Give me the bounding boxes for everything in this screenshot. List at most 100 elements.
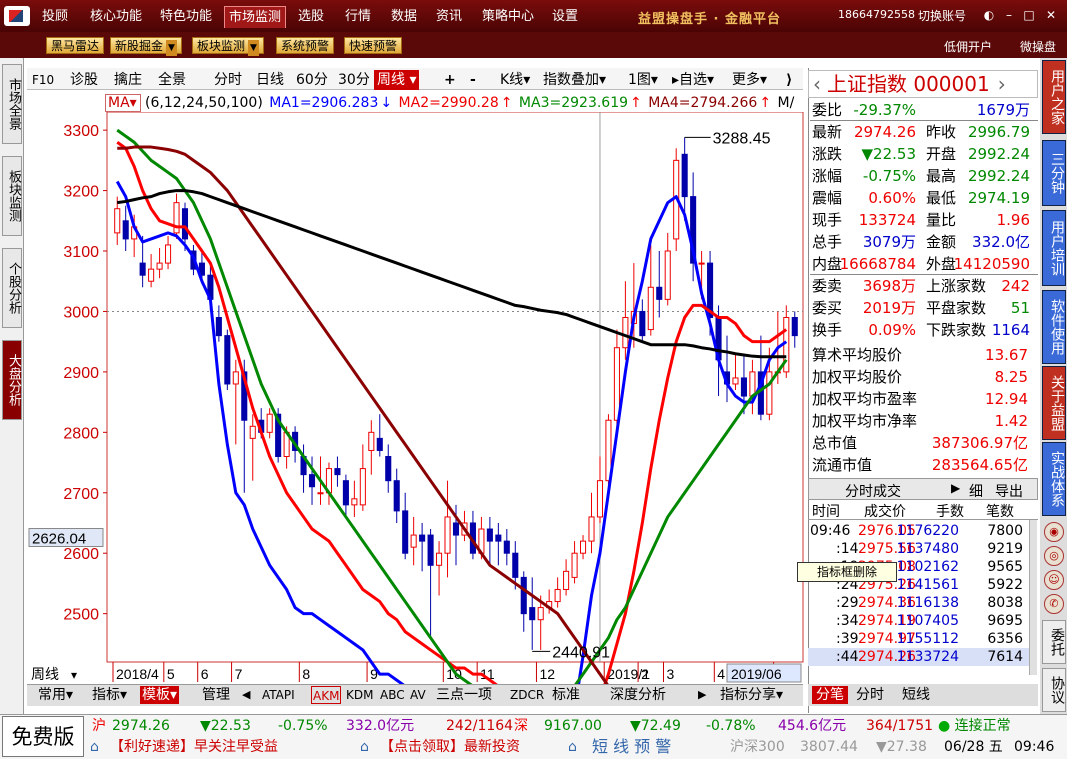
tab-agreement[interactable]: 协议 — [1042, 668, 1066, 712]
skin-icon[interactable]: ◐ — [982, 8, 996, 22]
overview-button[interactable]: 全景 — [158, 70, 186, 90]
tab-zdcr[interactable]: ZDCR — [510, 686, 544, 704]
watchlist-dropdown[interactable]: ▸自选▾ — [672, 70, 714, 90]
menu-special-functions[interactable]: 特色功能 — [156, 6, 216, 28]
tab-akm[interactable]: AKM — [311, 686, 342, 704]
menu-touguo[interactable]: 投顾 — [38, 6, 72, 28]
trade-row[interactable]: :14 2975.56 1137480 9219 — [808, 540, 1033, 558]
trade-row[interactable]: :39 2974.97 1155112 6356 — [808, 630, 1033, 648]
trade-row[interactable]: :44 2974.26 1133724 7614 — [808, 648, 1033, 666]
tab-indicator-share[interactable]: 指标分享▾ — [720, 686, 783, 704]
tab-entrust[interactable]: 委托 — [1042, 620, 1066, 664]
scroll-left-icon[interactable]: ◀ — [242, 686, 250, 704]
trade-scrollbar[interactable] — [1029, 520, 1037, 675]
tab-common[interactable]: 常用▾ — [38, 686, 73, 704]
quote-value: ▼22.53 — [861, 145, 916, 163]
candle-body — [749, 371, 756, 397]
trade-detail-button[interactable]: 细 — [969, 481, 983, 501]
menu-news[interactable]: 资讯 — [432, 6, 466, 28]
tab-standard[interactable]: 标准 — [552, 686, 580, 704]
weekly-button[interactable]: 周线 ▾ — [374, 70, 420, 90]
app-shortcut-icon[interactable]: ◉ — [1044, 522, 1064, 542]
minimize-icon[interactable]: – — [1002, 8, 1016, 22]
news-ticker-1[interactable]: 【利好速递】早关注早受益 — [110, 737, 278, 757]
diagnose-button[interactable]: 诊股 — [70, 70, 98, 90]
system-alert-button[interactable]: 系统预警 — [276, 37, 335, 54]
tab-user-home[interactable]: 用户之家 — [1042, 60, 1066, 134]
tab-short[interactable]: 短线 — [902, 686, 930, 704]
kline-chart[interactable]: 3300 3200 3100 3000 2900 2800 2700 2600 2500 2018… — [27, 112, 805, 684]
expand-panel-icon[interactable]: ⟩ — [786, 70, 792, 90]
daily-button[interactable]: 日线 — [256, 70, 284, 90]
micro-trade-link[interactable]: 微操盘 — [1020, 38, 1056, 55]
ipo-mining-button[interactable]: 新股掘金 ▼ — [110, 37, 182, 56]
more-dropdown[interactable]: 更多▾ — [732, 70, 767, 90]
tab-deep-analysis[interactable]: 深度分析 — [610, 686, 666, 704]
free-version-badge[interactable]: 免费版 — [2, 716, 84, 757]
menu-strategy[interactable]: 策略中心 — [478, 6, 538, 28]
tab-indicator[interactable]: 指标▾ — [92, 686, 127, 704]
tab-av[interactable]: AV — [410, 686, 426, 704]
scroll-right-icon[interactable]: ▶ — [698, 686, 706, 704]
menu-core-functions[interactable]: 核心功能 — [86, 6, 146, 28]
sector-monitor-button[interactable]: 板块监测 ▼ — [192, 37, 264, 56]
tab-index-analysis[interactable]: 大盘分析 — [2, 340, 22, 420]
menu-stock-select[interactable]: 选股 — [294, 6, 328, 28]
tab-kdm[interactable]: KDM — [346, 686, 373, 704]
30min-button[interactable]: 30分 — [338, 70, 370, 90]
quick-alert-button[interactable]: 快速预警 — [344, 37, 403, 54]
trade-export-button[interactable]: 导出 — [995, 481, 1023, 501]
qinzhuang-button[interactable]: 擒庄 — [114, 70, 142, 90]
trade-play-button[interactable]: ▶ — [951, 481, 960, 495]
tab-practice-system[interactable]: 实战体系 — [1042, 442, 1066, 516]
zoom-in-button[interactable]: + — [444, 70, 456, 90]
tab-market-overview[interactable]: 市场全景 — [2, 64, 22, 144]
tab-software-usage[interactable]: 软件使用 — [1042, 290, 1066, 364]
news-ticker-2[interactable]: 【点击领取】最新投资 — [380, 737, 520, 757]
user-service-icon[interactable]: ☺ — [1044, 570, 1064, 590]
context-menu-remove-indicator[interactable]: 指标框删除 — [797, 562, 897, 582]
trade-row[interactable]: :29 2974.36 1116138 8038 — [808, 594, 1033, 612]
quote-label: 内盘 — [812, 255, 843, 273]
next-stock-icon[interactable]: › — [998, 72, 1006, 96]
tab-three-points[interactable]: 三点一项 — [436, 686, 492, 704]
tab-tick[interactable]: 分笔 — [812, 686, 848, 704]
tab-user-training[interactable]: 用户培训 — [1042, 210, 1066, 286]
tab-sector-monitor[interactable]: 板块监测 — [2, 156, 22, 236]
quote-row: 换手 0.09% 下跌家数 1164 — [810, 319, 1038, 341]
tab-three-minutes[interactable]: 三分钟 — [1042, 140, 1066, 206]
index-overlay-dropdown[interactable]: 指数叠加▾ — [543, 70, 606, 90]
menu-settings[interactable]: 设置 — [548, 6, 582, 28]
black-horse-radar-button[interactable]: 黑马雷达 — [46, 37, 105, 54]
tab-minute[interactable]: 分时 — [856, 686, 884, 704]
tab-atapi[interactable]: ATAPI — [262, 686, 295, 704]
intraday-button[interactable]: 分时 — [214, 70, 242, 90]
hotline-icon[interactable]: ✆ — [1044, 594, 1064, 614]
menu-data[interactable]: 数据 — [387, 6, 421, 28]
tab-manage[interactable]: 管理 — [202, 686, 230, 704]
news-home-icon-2[interactable]: ⌂ — [360, 737, 369, 757]
news-home-icon[interactable]: ⌂ — [90, 737, 99, 757]
tab-stock-analysis[interactable]: 个股分析 — [2, 248, 22, 328]
switch-account-link[interactable]: 切换账号 — [918, 7, 966, 24]
60min-button[interactable]: 60分 — [296, 70, 328, 90]
alert-home-icon[interactable]: ⌂ — [568, 737, 577, 757]
trade-row[interactable]: :34 2974.19 1107405 9695 — [808, 612, 1033, 630]
tab-abc[interactable]: ABC — [380, 686, 405, 704]
open-account-link[interactable]: 低佣开户 — [944, 38, 992, 55]
chart-count-dropdown[interactable]: 1图▾ — [628, 70, 658, 90]
maximize-icon[interactable]: □ — [1022, 8, 1036, 22]
ma-indicator-selector[interactable]: MA▾ — [105, 94, 141, 112]
menu-quotes[interactable]: 行情 — [341, 6, 375, 28]
trade-row[interactable]: 09:46 2976.05 1176220 7800 — [808, 522, 1033, 540]
tab-about-yimeng[interactable]: 关于益盟 — [1042, 366, 1066, 440]
zoom-out-button[interactable]: - — [470, 70, 476, 90]
video-icon[interactable]: ◎ — [1044, 546, 1064, 566]
close-icon[interactable]: ✕ — [1044, 8, 1058, 22]
tab-template[interactable]: 模板▾ — [140, 686, 180, 704]
short-alert-text[interactable]: 短 线 预 警 — [592, 737, 671, 757]
f10-button[interactable]: F10 — [32, 70, 54, 90]
prev-stock-icon[interactable]: ‹ — [813, 72, 821, 96]
kline-dropdown[interactable]: K线▾ — [500, 70, 530, 90]
menu-market-monitor[interactable]: 市场监测 — [224, 6, 287, 28]
